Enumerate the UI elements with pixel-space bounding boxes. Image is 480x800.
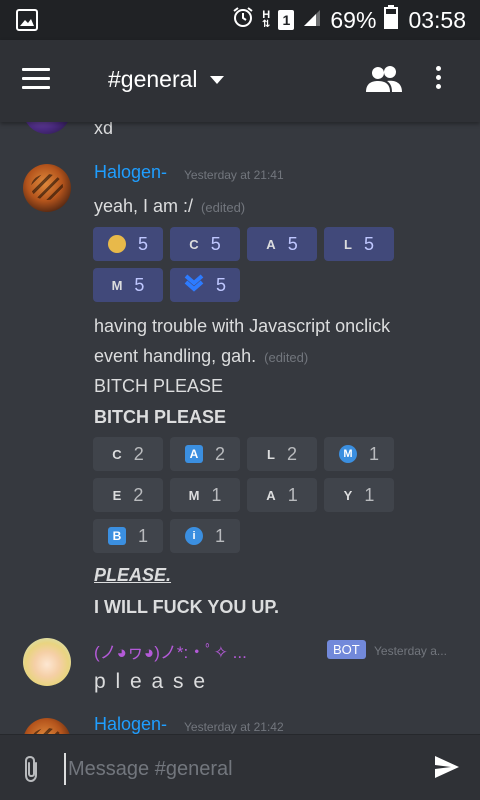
message-text: p l e a s e [94,670,208,693]
alarm-icon [232,6,254,34]
edited-label: (edited) [264,350,309,365]
letter-m-emoji: M [111,277,123,293]
author-name[interactable]: Halogen- [94,714,167,734]
reaction[interactable]: L 2 [247,437,317,471]
reaction[interactable]: M 1 [170,478,240,512]
reaction[interactable]: B 1 [93,519,163,553]
arrow-down-emoji-icon [184,273,204,297]
message-text: BITCH PLEASE [94,407,227,427]
battery-icon [384,5,399,35]
letter-y-emoji: Y [343,487,353,503]
reaction-count: 5 [134,274,145,295]
avatar[interactable] [23,122,71,134]
avatar[interactable] [23,638,71,686]
m-circle-emoji-icon: M [338,445,357,463]
author-name[interactable]: Halogen- [94,162,167,183]
reaction-count: 1 [137,525,148,546]
reaction-count: 2 [133,484,144,505]
face-emoji-icon [107,235,126,253]
message-input[interactable] [64,753,414,785]
message-text: I WILL FUCK YOU UP. [94,597,280,617]
caret-down-icon [209,75,224,84]
message-timestamp: Yesterday at 21:42 [184,720,284,734]
message-text: xd [94,122,114,138]
reaction-count: 1 [364,484,375,505]
channel-name: #general [108,66,198,92]
letter-m-emoji: M [188,487,200,503]
letter-e-emoji: E [112,487,122,503]
reaction[interactable]: C 5 [170,227,240,261]
reaction-count: 1 [211,484,222,505]
reaction[interactable]: A 2 [170,437,240,471]
author-name[interactable]: (ノ◕ヮ◕)ノ*:・ﾟ✧ ... [94,638,247,663]
letter-l-emoji: L [344,236,352,252]
info-emoji-icon: i [184,527,203,545]
message-composer [0,734,480,800]
members-icon[interactable] [366,64,402,99]
channel-toolbar: #general [0,40,480,122]
reaction[interactable]: A 5 [247,227,317,261]
letter-c-emoji: C [189,236,199,252]
message-text: having trouble with Javascript onclick [94,316,391,336]
signal-icon [302,7,322,34]
reaction[interactable]: Y 1 [324,478,394,512]
reaction-count: 1 [214,525,225,546]
avatar[interactable] [23,164,71,212]
sim-badge: 1 [278,10,295,30]
edited-label: (edited) [201,200,246,215]
channel-selector[interactable]: #general [108,66,224,93]
paperclip-icon[interactable] [20,755,42,788]
avatar[interactable] [23,718,71,734]
reaction-count: 1 [287,484,298,505]
reaction-count: 5 [210,233,221,254]
reaction[interactable]: i 1 [170,519,240,553]
message-text: event handling, gah. (edited) [94,346,309,366]
reaction[interactable]: M 1 [324,437,394,471]
gallery-notification-icon [16,9,38,36]
reaction-count: 2 [214,443,225,464]
a-button-emoji-icon: A [184,445,203,463]
letter-a-emoji: A [266,236,276,252]
message-text: PLEASE. [94,565,172,585]
reaction[interactable]: 5 [170,268,240,302]
reaction-count: 5 [215,274,226,295]
letter-a-emoji: A [266,487,276,503]
reaction[interactable]: L 5 [324,227,394,261]
reaction[interactable]: E 2 [93,478,163,512]
reaction-count: 5 [363,233,374,254]
b-button-emoji-icon: B [107,527,126,545]
reaction-count: 2 [133,443,144,464]
reaction-count: 2 [286,443,297,464]
clock: 03:58 [408,6,466,33]
message-text: BITCH PLEASE [94,376,224,396]
send-icon[interactable] [434,755,460,784]
letter-c-emoji: C [112,446,122,462]
overflow-menu-icon[interactable] [436,66,441,93]
reaction[interactable]: M 5 [93,268,163,302]
reaction-count: 5 [137,233,148,254]
reaction-count: 1 [368,443,379,464]
reaction-count: 5 [287,233,298,254]
reaction[interactable]: A 1 [247,478,317,512]
battery-percent: 69% [330,6,377,33]
message-timestamp: Yesterday a... [374,644,447,658]
hamburger-menu-icon[interactable] [22,68,50,90]
status-bar: H ⇅ 1 69% 03:58 [0,0,480,40]
message-list[interactable]: xd Halogen- Yesterday at 21:41 yeah, I a… [0,122,480,734]
message-timestamp: Yesterday at 21:41 [184,168,284,182]
reaction[interactable]: C 2 [93,437,163,471]
network-type-icon: H ⇅ [262,9,271,30]
reaction[interactable]: 5 [93,227,163,261]
message-text: yeah, I am :/(edited) [94,196,246,216]
letter-l-emoji: L [267,446,275,462]
bot-badge: BOT [327,640,366,659]
